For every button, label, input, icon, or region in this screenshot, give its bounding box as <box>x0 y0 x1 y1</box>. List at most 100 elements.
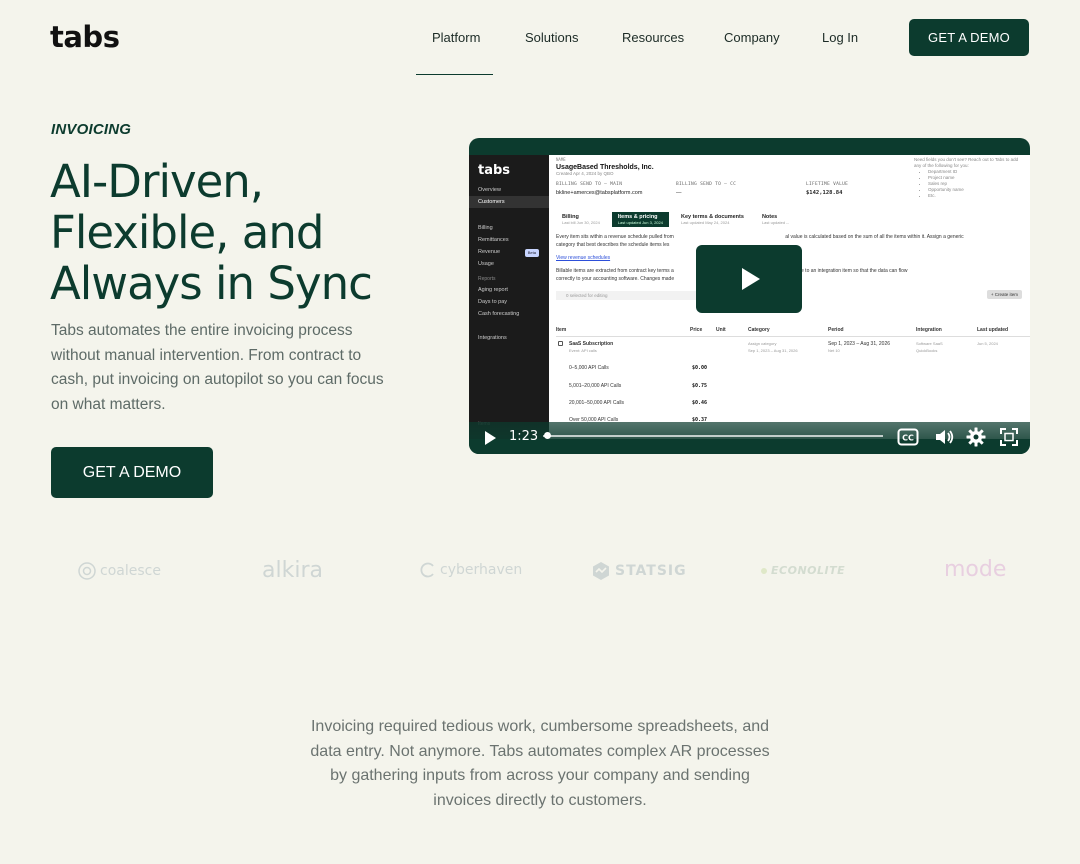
app-para-text: al value is calculated based on the sum … <box>785 234 964 240</box>
app-tab-sub: Last updated Jun 3, 2024 <box>617 220 663 225</box>
app-tab-sub: Last bill Jun 30, 2024 <box>562 220 600 225</box>
logo-statsig-text: STATSIG <box>615 563 687 579</box>
get-demo-hero-button[interactable]: GET A DEMO <box>51 447 213 498</box>
app-row-updated: Jun 5, 2024 <box>977 341 998 346</box>
logo-cyberhaven: cyberhaven <box>420 562 522 578</box>
app-table-row: SaaS Subscription Event: API calls Assig… <box>556 341 1030 353</box>
app-field-ltv: LIFETIME VALUE $142,128.84 <box>806 182 848 196</box>
product-video-player[interactable]: tabs Overview Customers Billing Remittan… <box>469 138 1030 454</box>
coalesce-mark-icon <box>78 562 96 580</box>
app-row-period-sub: Net 10 <box>828 348 840 353</box>
app-th-category: Category <box>748 327 770 333</box>
nav-solutions[interactable]: Solutions <box>525 30 578 45</box>
app-side-reports-label: Reports <box>478 276 496 282</box>
logo-econolite: ECONOLITE <box>761 564 845 577</box>
section-eyebrow: INVOICING <box>51 121 132 138</box>
logo-econolite-text: ECONOLITE <box>771 564 846 577</box>
volume-icon[interactable] <box>934 428 954 446</box>
statsig-mark-icon <box>593 562 609 580</box>
beta-badge: Beta <box>524 249 539 257</box>
logo-mode: mode <box>944 557 1006 582</box>
app-side-aging: Aging report <box>478 287 508 293</box>
app-tab-notes: Notes Last updated -- <box>756 212 795 227</box>
app-tabs: Billing Last bill Jun 30, 2024 Items & pr… <box>556 212 1023 227</box>
app-side-days-to-pay: Days to pay <box>478 299 508 305</box>
headline-line-1: AI-Driven, <box>50 155 264 208</box>
svg-text:CC: CC <box>902 434 914 443</box>
app-field-value: bkline+amerces@tabsplatform.com <box>556 190 643 196</box>
app-side-remittances: Remittances <box>478 237 509 243</box>
app-row-integration-sub: QuickBooks <box>916 348 938 353</box>
app-th-item: Item <box>556 327 567 333</box>
logo-cyberhaven-text: cyberhaven <box>440 562 523 578</box>
cyberhaven-mark-icon <box>420 562 434 578</box>
app-create-item-button: + Create item <box>986 290 1022 299</box>
video-progress-handle[interactable] <box>544 432 552 439</box>
nav-resources[interactable]: Resources <box>622 30 684 45</box>
app-table-header: Item Price Unit Category Period Integrat… <box>556 327 1030 337</box>
logo-alkira-text: alkira <box>262 558 323 583</box>
app-row-integration: Software SaaS <box>916 341 943 346</box>
app-th-unit: Unit <box>716 327 726 333</box>
app-side-overview: Overview <box>478 187 501 193</box>
hero-subtext: Tabs automates the entire invoicing proc… <box>51 322 384 413</box>
closed-captions-icon[interactable]: CC <box>897 428 919 446</box>
app-tooltip-intro: Need fields you don't see? Reach out to … <box>914 157 1019 168</box>
nav-log-in[interactable]: Log In <box>822 30 858 45</box>
nav-platform[interactable]: Platform <box>432 30 480 45</box>
hero-headline: AI-Driven, Flexible, and Always in Sync <box>50 156 450 309</box>
app-tooltip-item: Etc. <box>928 193 1024 199</box>
headline-line-3: Always in Sync <box>50 257 373 310</box>
logo-statsig: STATSIG <box>591 561 687 581</box>
app-tab-key-terms: Key terms & documents Last updated May 24… <box>675 212 750 227</box>
fullscreen-icon[interactable] <box>1000 428 1018 446</box>
app-tier-price: $0.46 <box>692 400 708 406</box>
app-field-label: BILLING SEND TO — CC <box>676 182 737 187</box>
nav-company[interactable]: Company <box>724 30 780 45</box>
app-field-label: LIFETIME VALUE <box>806 182 849 187</box>
app-tooltip: Need fields you don't see? Reach out to … <box>914 157 1024 199</box>
app-side-integrations: Integrations <box>478 335 507 341</box>
app-selected-row: 0 selected for editing <box>556 291 716 300</box>
app-side-billing: Billing <box>478 225 493 231</box>
app-th-price: Price <box>690 327 703 333</box>
app-field-value: — <box>676 190 682 196</box>
app-field-label: BILLING SEND TO — MAIN <box>556 182 623 187</box>
app-sidebar: tabs Overview Customers Billing Remittan… <box>469 155 549 439</box>
app-field-value: $142,128.84 <box>806 190 843 196</box>
app-row-item: SaaS Subscription <box>569 341 614 347</box>
play-icon[interactable] <box>483 430 497 446</box>
logo-coalesce-text: coalesce <box>100 563 161 579</box>
app-tier-label: 0–5,000 API Calls <box>569 365 609 371</box>
app-th-last-updated: Last updated <box>977 327 1009 333</box>
app-tier-label: 20,001–50,000 API Calls <box>569 400 625 406</box>
app-side-cash-forecasting: Cash forecasting <box>478 311 520 317</box>
get-demo-header-button[interactable]: GET A DEMO <box>909 19 1029 56</box>
app-para-text: Every item sits within a revenue schedul… <box>556 234 674 240</box>
logo-mode-text: mode <box>944 557 1007 582</box>
app-row-period: Sep 1, 2023 – Aug 31, 2026 <box>828 341 890 347</box>
headline-line-2: Flexible, and <box>50 206 324 259</box>
app-tab-items-pricing: Items & pricing Last updated Jun 3, 2024 <box>611 212 669 227</box>
app-side-revenue-label: Revenue <box>478 249 501 255</box>
app-th-integration: Integration <box>916 327 942 333</box>
app-row-category: Assign category <box>748 341 777 346</box>
video-time: 1:23 <box>509 429 539 444</box>
app-row-category-sub: Sep 1, 2023 – Aug 31, 2026 <box>748 348 798 353</box>
section-intro-text: Invoicing required tedious work, cumbers… <box>310 718 770 809</box>
app-tier-price: $0.75 <box>692 383 708 389</box>
logo-alkira: alkira <box>262 558 323 583</box>
app-para-text: correctly to your accounting software. C… <box>556 276 675 282</box>
big-play-button[interactable] <box>696 245 802 313</box>
settings-icon[interactable] <box>966 427 986 447</box>
app-side-usage: Usage <box>478 261 494 267</box>
app-logo: tabs <box>478 163 511 178</box>
video-progress-track[interactable] <box>543 435 883 437</box>
app-row-item-sub: Event: API calls <box>569 348 597 353</box>
app-tab-sub: Last updated May 24, 2024 <box>680 220 730 225</box>
app-tab-billing: Billing Last bill Jun 30, 2024 <box>556 212 606 227</box>
customer-logos: coalesce alkira cyberhaven STATSIG ECONO… <box>0 557 1080 586</box>
app-tier-price: $0.00 <box>692 365 708 371</box>
app-side-revenue: Revenue Beta <box>469 246 549 258</box>
app-row-checkbox <box>558 341 563 346</box>
